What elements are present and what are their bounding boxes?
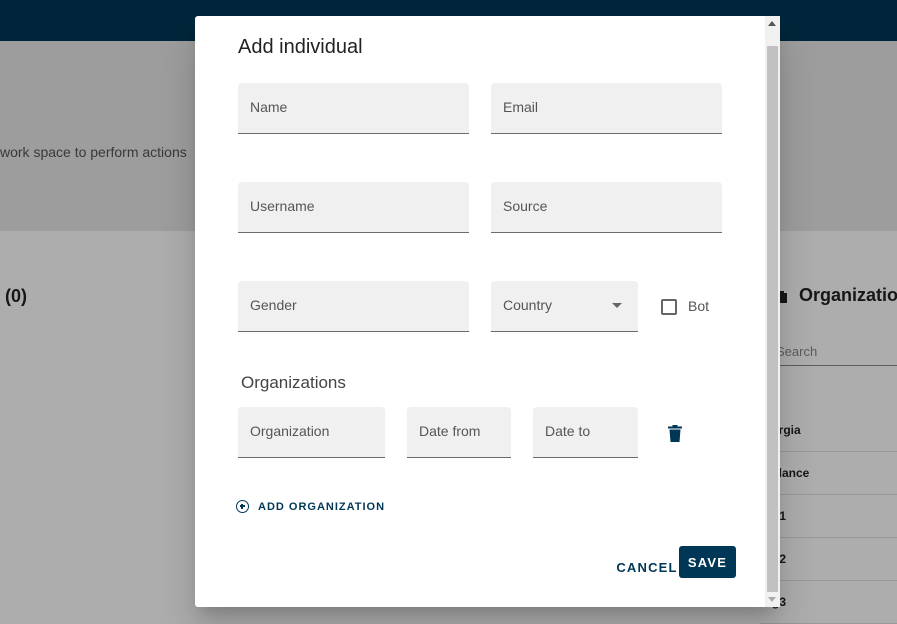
date-from-field-label: Date from — [419, 423, 481, 439]
country-select[interactable]: Country — [491, 281, 638, 332]
add-circle-icon — [236, 500, 249, 513]
scroll-down-icon[interactable] — [768, 597, 776, 602]
scrollbar-thumb[interactable] — [767, 46, 778, 592]
dialog-title: Add individual — [238, 36, 363, 58]
gender-field-label: Gender — [250, 297, 297, 313]
chevron-down-icon — [612, 303, 622, 308]
email-field[interactable]: Email — [491, 83, 722, 134]
bot-checkbox[interactable] — [661, 299, 677, 315]
organization-field[interactable]: Organization — [238, 407, 385, 458]
name-field-label: Name — [250, 99, 288, 115]
bot-checkbox-label: Bot — [688, 298, 710, 314]
date-to-field-label: Date to — [545, 423, 591, 439]
organizations-section-title: Organizations — [241, 373, 346, 392]
gender-field[interactable]: Gender — [238, 281, 469, 332]
email-field-label: Email — [503, 99, 539, 115]
add-individual-dialog: Add individual Name Email Username Sourc… — [195, 16, 780, 607]
username-field[interactable]: Username — [238, 182, 469, 233]
date-from-field[interactable]: Date from — [407, 407, 511, 458]
country-select-label: Country — [503, 297, 553, 313]
source-field-label: Source — [503, 198, 548, 214]
username-field-label: Username — [250, 198, 315, 214]
save-button[interactable]: SAVE — [679, 546, 736, 578]
add-organization-button[interactable]: ADD ORGANIZATION — [236, 500, 385, 513]
add-organization-label: ADD ORGANIZATION — [258, 500, 386, 513]
source-field[interactable]: Source — [491, 182, 722, 233]
organization-field-label: Organization — [250, 423, 330, 439]
scroll-up-icon[interactable] — [768, 21, 776, 26]
name-field[interactable]: Name — [238, 83, 469, 134]
date-to-field[interactable]: Date to — [533, 407, 638, 458]
trash-icon[interactable] — [668, 425, 682, 442]
